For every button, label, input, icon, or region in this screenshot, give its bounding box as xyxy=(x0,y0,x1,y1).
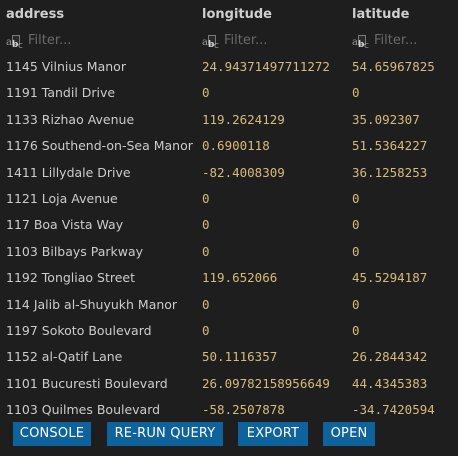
table-row[interactable]: 1101 Bucuresti Boulevard 26.0978215895664… xyxy=(0,371,458,397)
table-row[interactable]: 1191 Tandil Drive 0 0 xyxy=(0,80,458,106)
table-row[interactable]: 1121 Loja Avenue 0 0 xyxy=(0,186,458,212)
rerun-query-button[interactable]: RE-RUN QUERY xyxy=(107,422,223,446)
console-button[interactable]: CONSOLE xyxy=(13,422,91,446)
latitude-filter[interactable]: a b c Filter... xyxy=(352,28,458,54)
address-cell: 1101 Bucuresti Boulevard xyxy=(6,375,168,391)
longitude-filter[interactable]: a b c Filter... xyxy=(202,28,350,54)
column-header-longitude[interactable]: longitude xyxy=(202,2,350,28)
address-cell: 1191 Tandil Drive xyxy=(6,85,116,101)
table-row[interactable]: 1103 Quilmes Boulevard -58.2507878 -34.742… xyxy=(0,397,458,420)
table-row[interactable]: 1411 Lillydale Drive -82.4008309 36.125825… xyxy=(0,160,458,186)
table-row[interactable]: 117 Boa Vista Way 0 0 xyxy=(0,212,458,238)
address-filter-placeholder: Filter... xyxy=(28,33,72,48)
column-header-address[interactable]: address xyxy=(6,2,196,28)
open-button[interactable]: OPEN xyxy=(323,422,375,446)
table-row[interactable]: 114 Jalib al-Shuyukh Manor 0 0 xyxy=(0,292,458,318)
longitude-cell: 0 xyxy=(202,191,210,206)
table-row[interactable]: 1145 Vilnius Manor 24.94371497711272 54.65… xyxy=(0,54,458,80)
latitude-cell: 44.4345383 xyxy=(352,375,428,391)
action-bar: CONSOLE RE-RUN QUERY EXPORT OPEN xyxy=(0,420,458,456)
latitude-cell: 0 xyxy=(352,217,360,233)
address-cell: 1145 Vilnius Manor xyxy=(6,59,126,74)
longitude-cell: 0 xyxy=(202,296,210,312)
longitude-cell: 0 xyxy=(202,323,210,338)
latitude-cell: 0 xyxy=(352,243,360,259)
table-row[interactable]: 1197 Sokoto Boulevard 0 0 xyxy=(0,318,458,344)
address-cell: 1411 Lillydale Drive xyxy=(6,164,131,180)
address-cell: 1103 Bilbays Parkway xyxy=(6,243,144,259)
address-cell: 1103 Quilmes Boulevard xyxy=(6,402,161,418)
address-cell: 114 Jalib al-Shuyukh Manor xyxy=(6,296,178,312)
longitude-cell: 0 xyxy=(202,217,210,233)
address-filter[interactable]: a b c Filter... xyxy=(6,28,196,54)
longitude-cell: 26.09782158956649 xyxy=(202,375,330,391)
latitude-cell: 26.2844342 xyxy=(352,349,428,365)
longitude-cell: 0.6900118 xyxy=(202,138,270,154)
text-filter-icon: abc xyxy=(6,35,23,51)
table-row[interactable]: 1103 Bilbays Parkway 0 0 xyxy=(0,239,458,265)
address-cell: 117 Boa Vista Way xyxy=(6,217,124,233)
longitude-cell: 50.1116357 xyxy=(202,349,278,365)
longitude-filter-placeholder: Filter... xyxy=(224,33,268,48)
address-cell: 1121 Loja Avenue xyxy=(6,191,118,206)
latitude-cell: 0 xyxy=(352,323,360,338)
table-row[interactable]: 1176 Southend-on-Sea Manor 0.6900118 51.53… xyxy=(0,133,458,159)
latitude-cell: 54.65967825 xyxy=(352,59,435,74)
results-grid: address longitude latitude a b c Filter... … xyxy=(0,0,458,420)
table-row[interactable]: 1192 Tongliao Street 119.652066 45.5294187 xyxy=(0,265,458,291)
export-button[interactable]: EXPORT xyxy=(238,422,308,446)
address-cell: 1192 Tongliao Street xyxy=(6,270,136,286)
text-filter-icon: abc xyxy=(352,35,369,51)
latitude-cell: 45.5294187 xyxy=(352,270,428,286)
address-cell: 1176 Southend-on-Sea Manor xyxy=(6,138,193,154)
latitude-filter-placeholder: Filter... xyxy=(374,33,418,48)
latitude-cell: 35.092307 xyxy=(352,111,420,127)
longitude-cell: 119.652066 xyxy=(202,270,278,286)
address-cell: 1197 Sokoto Boulevard xyxy=(6,323,152,338)
longitude-cell: -82.4008309 xyxy=(202,164,285,180)
longitude-cell: 24.94371497711272 xyxy=(202,59,330,74)
latitude-cell: 36.1258253 xyxy=(352,164,428,180)
address-cell: 1133 Rizhao Avenue xyxy=(6,111,135,127)
column-header-latitude[interactable]: latitude xyxy=(352,2,458,28)
longitude-cell: -58.2507878 xyxy=(202,402,285,418)
longitude-cell: 119.2624129 xyxy=(202,111,285,127)
latitude-cell: -34.7420594 xyxy=(352,402,435,418)
longitude-cell: 0 xyxy=(202,243,210,259)
table-row[interactable]: 1133 Rizhao Avenue 119.2624129 35.092307 xyxy=(0,107,458,133)
table-row[interactable]: 1152 al-Qatif Lane 50.1116357 26.2844342 xyxy=(0,344,458,370)
latitude-cell: 0 xyxy=(352,85,360,101)
filter-row: a b c Filter... a b c Filter... a b c Filter... xyxy=(0,28,458,54)
header-row: address longitude latitude xyxy=(0,2,458,28)
latitude-cell: 0 xyxy=(352,191,360,206)
latitude-cell: 51.5364227 xyxy=(352,138,428,154)
text-filter-icon: abc xyxy=(202,35,219,51)
address-cell: 1152 al-Qatif Lane xyxy=(6,349,123,365)
latitude-cell: 0 xyxy=(352,296,360,312)
longitude-cell: 0 xyxy=(202,85,210,101)
